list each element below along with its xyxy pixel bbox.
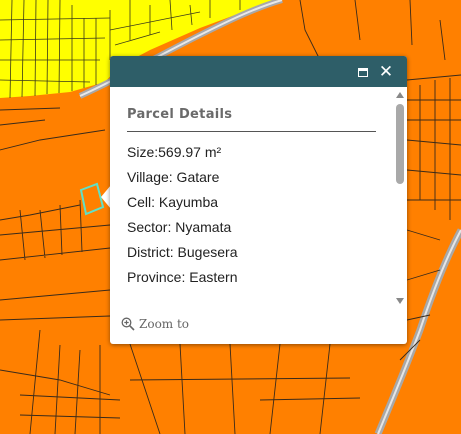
popup-title: Parcel Details bbox=[127, 107, 233, 122]
attr-province: Province: Eastern bbox=[127, 269, 238, 285]
scroll-up-arrow-icon[interactable] bbox=[396, 92, 404, 98]
maximize-button[interactable] bbox=[355, 64, 371, 80]
scroll-down-arrow-icon[interactable] bbox=[396, 298, 404, 304]
scroll-thumb[interactable] bbox=[396, 104, 404, 184]
zoom-to-label: Zoom to bbox=[139, 317, 190, 331]
maximize-icon bbox=[358, 67, 368, 77]
popup-scrollbar[interactable] bbox=[393, 87, 407, 313]
attr-size: Size:569.97 m² bbox=[127, 144, 222, 160]
parcel-popup: ✕ Parcel Details Size:569.97 m² Village:… bbox=[110, 56, 407, 344]
title-divider bbox=[127, 131, 376, 132]
attr-sector: Sector: Nyamata bbox=[127, 219, 232, 235]
popup-header: ✕ bbox=[110, 56, 407, 87]
popup-content: Parcel Details Size:569.97 m² Village: G… bbox=[110, 87, 395, 313]
attr-cell: Cell: Kayumba bbox=[127, 194, 219, 210]
popup-footer: Zoom to bbox=[110, 313, 407, 344]
zoom-to-link[interactable]: Zoom to bbox=[121, 317, 189, 331]
attr-village: Village: Gatare bbox=[127, 169, 220, 185]
close-button[interactable]: ✕ bbox=[378, 62, 394, 82]
zoom-in-icon bbox=[121, 317, 135, 331]
close-icon: ✕ bbox=[378, 62, 394, 82]
attr-district: District: Bugesera bbox=[127, 244, 238, 260]
